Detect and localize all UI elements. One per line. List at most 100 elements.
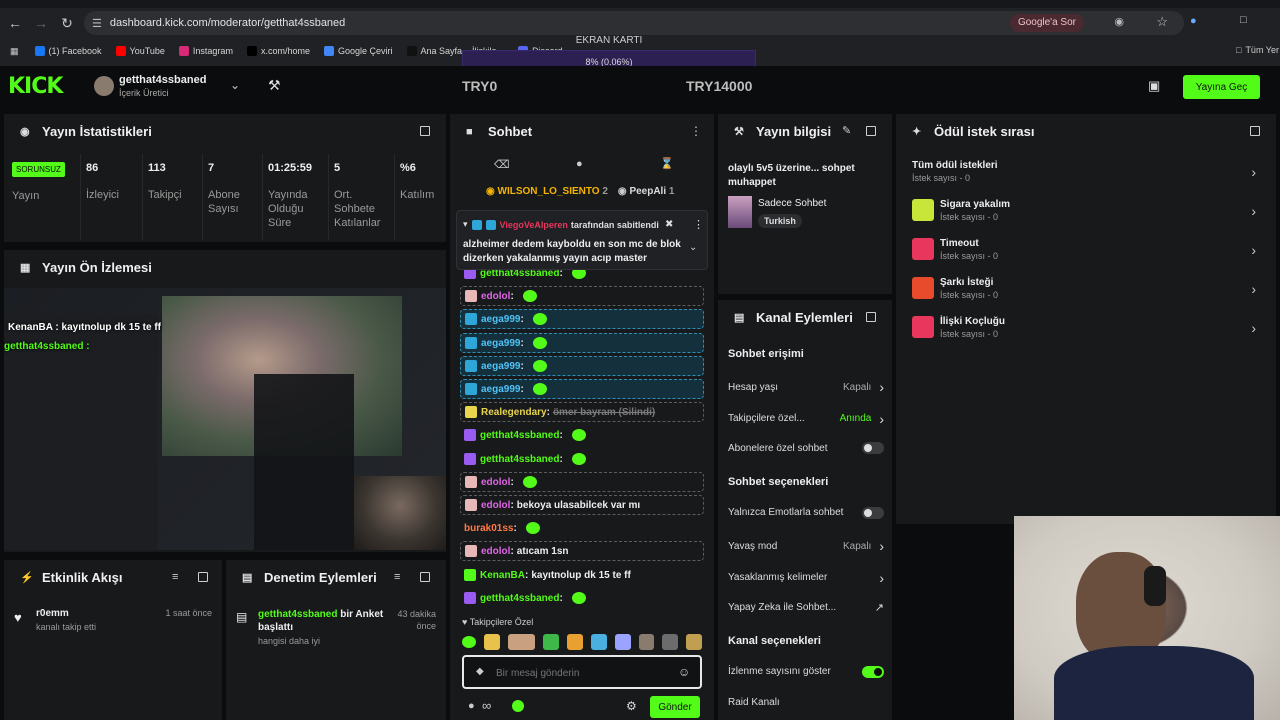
chat-message[interactable]: edolol: [460, 286, 704, 306]
chat-username[interactable]: edolol [481, 500, 510, 511]
expand-icon[interactable] [1250, 126, 1260, 136]
emote-icon[interactable] [591, 634, 607, 650]
chat-message[interactable]: edolol: atıcam 1sn [460, 541, 704, 561]
channel-setting[interactable]: Takipçilere özel... Anında › [728, 411, 884, 427]
bookmark-item[interactable]: Google Çeviri [323, 46, 393, 56]
emote-icon[interactable] [462, 636, 476, 648]
emote-icon[interactable] [686, 634, 703, 650]
reward-item[interactable]: İlişki Koçluğu İstek sayısı - 0 › [912, 314, 1262, 344]
more-icon[interactable]: ⋮ [693, 218, 704, 231]
setting-control[interactable]: Kapalı › [843, 538, 884, 554]
chat-username[interactable]: getthat4ssbaned [480, 454, 559, 465]
chat-message[interactable]: getthat4ssbaned: [460, 425, 704, 445]
chat-message[interactable]: aega999: [460, 309, 704, 329]
toggle-switch[interactable] [862, 442, 884, 454]
go-live-button[interactable]: Yayına Geç [1183, 75, 1260, 99]
speech-icon[interactable]: ● [576, 158, 583, 170]
extensions-icon[interactable]: □ [1240, 14, 1247, 26]
channel-setting[interactable]: İzlenme sayısını göster [728, 665, 884, 678]
chat-message[interactable]: burak01ss: [460, 518, 704, 538]
setting-control[interactable]: Anında › [840, 411, 884, 427]
bookmark-item[interactable]: Instagram [178, 46, 233, 56]
chat-username[interactable]: edolol [481, 477, 510, 488]
reward-item[interactable]: Şarkı İsteği İstek sayısı - 0 › [912, 275, 1262, 305]
trash-icon[interactable]: ⌫ [494, 158, 510, 171]
chat-message[interactable]: getthat4ssbaned: [460, 588, 704, 608]
gear-icon[interactable]: ⚙ [626, 699, 637, 713]
address-bar[interactable]: ☰ dashboard.kick.com/moderator/getthat4s… [84, 11, 1184, 35]
channel-setting[interactable]: Yavaş mod Kapalı › [728, 538, 884, 554]
setting-control[interactable] [862, 506, 884, 519]
setting-control[interactable]: Kapalı › [843, 379, 884, 395]
stream-preview[interactable]: KenanBA : kayıtnolup dk 15 te ff getthat… [4, 288, 446, 550]
chevron-down-icon[interactable]: ⌄ [689, 242, 697, 253]
channel-setting[interactable]: Yapay Zeka ile Sohbet... ↗ [728, 601, 884, 614]
chat-input[interactable]: ◆ ☺ [462, 655, 702, 689]
chat-username[interactable]: aega999 [481, 384, 520, 395]
expand-icon[interactable] [866, 126, 876, 136]
pinned-message[interactable]: ▾ ViegoVeAlperen tarafından sabitlendi ✖… [456, 210, 708, 270]
chat-username[interactable]: getthat4ssbaned [480, 430, 559, 441]
filter-icon[interactable]: ≡ [394, 571, 400, 583]
setting-control[interactable]: ↗ [875, 601, 884, 614]
emoji-icon[interactable]: ☺ [678, 665, 690, 679]
channel-setting[interactable]: Raid Kanalı [728, 697, 884, 708]
channel-setting[interactable]: Yalnızca Emotlarla sohbet [728, 506, 884, 519]
chat-message[interactable]: getthat4ssbaned: [460, 449, 704, 469]
send-button[interactable]: Gönder [650, 696, 700, 718]
chat-username[interactable]: burak01ss [464, 523, 513, 534]
chat-message-input[interactable] [496, 664, 676, 682]
emote-icon[interactable] [567, 634, 584, 650]
chat-message[interactable]: aega999: [460, 379, 704, 399]
chevron-down-icon[interactable]: ⌄ [230, 78, 240, 92]
setting-control[interactable]: › [879, 570, 884, 586]
chat-message[interactable]: KenanBA: kayıtnolup dk 15 te ff [460, 565, 704, 585]
chat-username[interactable]: edolol [481, 291, 510, 302]
language-tag[interactable]: Turkish [758, 214, 802, 228]
users-icon[interactable]: ● [468, 700, 475, 712]
google-sor-button[interactable]: Google'a Sor [1009, 14, 1084, 32]
star-icon[interactable]: ☆ [1156, 14, 1168, 30]
eye-off-icon[interactable]: ◉ [1114, 15, 1124, 28]
category-thumbnail[interactable] [728, 196, 752, 228]
bookmark-item[interactable]: (1) Facebook [34, 46, 102, 56]
channel-setting[interactable]: Hesap yaşı Kapalı › [728, 379, 884, 395]
all-bookmarks[interactable]: □ Tüm Yer [1236, 45, 1279, 55]
bookmark-item[interactable]: YouTube [115, 46, 165, 56]
chat-username[interactable]: KenanBA [480, 570, 525, 581]
expand-icon[interactable] [420, 126, 430, 136]
emote-icon[interactable] [662, 634, 679, 650]
emote-icon[interactable] [638, 634, 655, 650]
setting-control[interactable] [862, 665, 884, 678]
emote-icon[interactable] [507, 634, 536, 650]
expand-icon[interactable] [420, 572, 430, 582]
filter-icon[interactable]: ≡ [172, 571, 178, 583]
chat-username[interactable]: edolol [481, 546, 510, 557]
chat-username[interactable]: aega999 [481, 314, 520, 325]
forward-icon[interactable]: → [28, 10, 54, 36]
kick-logo[interactable]: KICK [8, 74, 63, 99]
toggle-switch[interactable] [862, 665, 884, 678]
apps-icon[interactable]: ▦ [10, 46, 19, 57]
toggle-switch[interactable] [862, 506, 884, 519]
all-rewards-item[interactable]: Tüm ödül istekleri İstek sayısı - 0 › [912, 158, 1262, 188]
top-chatter-2[interactable]: ◉ PeepAli 1 [618, 186, 675, 197]
setting-control[interactable] [862, 442, 884, 454]
chat-message[interactable]: aega999: [460, 356, 704, 376]
avatar[interactable] [94, 76, 114, 96]
kick-badge-icon[interactable] [512, 700, 524, 712]
site-info-icon[interactable]: ☰ [92, 17, 102, 30]
emote-icon[interactable] [543, 634, 560, 650]
expand-icon[interactable] [866, 312, 876, 322]
expand-icon[interactable] [198, 572, 208, 582]
more-icon[interactable]: ⋮ [690, 124, 702, 138]
chat-username[interactable]: aega999 [481, 338, 520, 349]
channel-setting[interactable]: Yasaklanmış kelimeler › [728, 570, 884, 586]
pinned-by-user[interactable]: ViegoVeAlperen [500, 220, 568, 230]
chat-message[interactable]: Realegendary: ömer bayram (Silindi) [460, 402, 704, 422]
emote-icon[interactable] [484, 634, 500, 650]
chat-username[interactable]: aega999 [481, 361, 520, 372]
top-chatter-1[interactable]: ◉ WILSON_LO_SIENTO 2 [486, 186, 608, 197]
chat-message[interactable]: edolol: bekoya ulasabilcek var mı [460, 495, 704, 515]
back-icon[interactable]: ← [2, 10, 28, 36]
